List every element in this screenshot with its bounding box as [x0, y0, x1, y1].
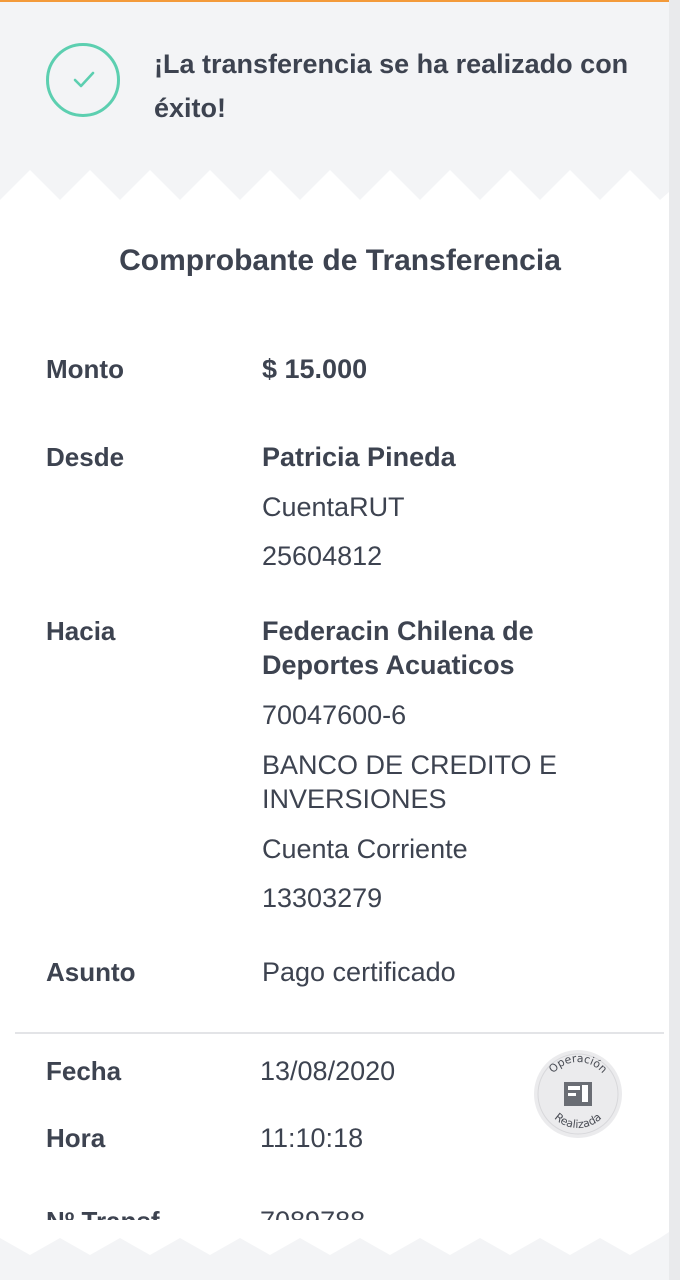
- transf-row-clipped: Nº Transf. 7089788: [0, 1208, 669, 1220]
- scrollbar-track: [669, 0, 680, 1280]
- asunto-label: Asunto: [46, 957, 136, 987]
- transf-label: Nº Transf.: [46, 1208, 167, 1220]
- receipt-card: Comprobante de Transferencia Monto $ 15.…: [0, 170, 669, 1255]
- operation-completed-stamp-icon: Operación Realizada: [532, 1048, 624, 1140]
- desde-account-number: 25604812: [262, 541, 383, 571]
- hacia-account-type: Cuenta Corriente: [262, 834, 468, 864]
- hacia-account-number: 13303279: [262, 883, 383, 913]
- desde-name: Patricia Pineda: [262, 442, 456, 472]
- hacia-rut: 70047600-6: [262, 700, 407, 730]
- hacia-bank: BANCO DE CREDITO E INVERSIONES: [262, 750, 558, 814]
- monto-value: $ 15.000: [262, 354, 368, 384]
- hacia-name: Federacin Chilena de Deportes Acuaticos: [262, 616, 534, 680]
- asunto-value: Pago certificado: [262, 957, 456, 987]
- success-message: ¡La transferencia se ha realizado con éx…: [154, 49, 629, 123]
- hacia-label: Hacia: [46, 616, 116, 646]
- hora-label: Hora: [46, 1123, 106, 1153]
- fecha-label: Fecha: [46, 1056, 122, 1086]
- desde-label: Desde: [46, 442, 125, 472]
- desde-account-type: CuentaRUT: [262, 492, 405, 522]
- success-banner: ¡La transferencia se ha realizado con éx…: [0, 2, 669, 198]
- monto-label: Monto: [46, 354, 124, 384]
- section-divider: [15, 1032, 664, 1034]
- success-check-icon: [46, 43, 120, 117]
- receipt-title: Comprobante de Transferencia: [119, 244, 561, 277]
- transf-value: 7089788: [260, 1208, 620, 1220]
